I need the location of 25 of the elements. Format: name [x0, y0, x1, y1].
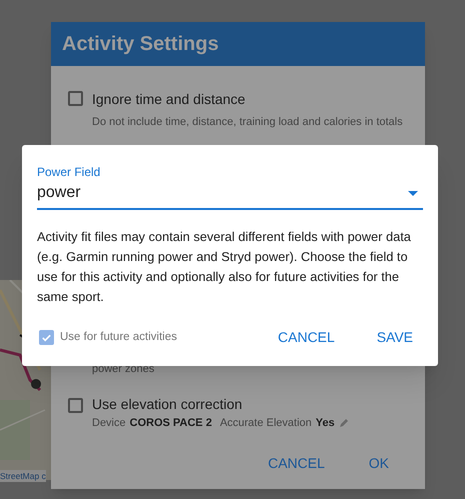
option-description: Do not include time, distance, training load and calories in totals [92, 115, 403, 130]
checkbox[interactable] [39, 330, 54, 345]
option-label: Use elevation correction [92, 396, 244, 413]
map-attribution[interactable]: StreetMap c [0, 470, 46, 482]
save-button[interactable]: SAVE [368, 323, 421, 352]
dialog-title: Activity Settings [62, 32, 219, 57]
option-description: power zones [92, 363, 154, 375]
power-field-select[interactable]: Power Field power [37, 163, 423, 210]
checkbox[interactable] [68, 91, 83, 106]
field-value: power [37, 183, 81, 203]
option-label: Ignore time and distance [92, 90, 246, 109]
dropdown-caret-icon[interactable] [408, 190, 418, 196]
checkmark-icon [41, 332, 52, 343]
future-activities-label: Use for future activities [60, 330, 177, 345]
accuracy-value: Yes [316, 416, 335, 430]
cancel-button[interactable]: CANCEL [270, 323, 343, 352]
checkbox[interactable] [68, 398, 83, 413]
device-label: Device [92, 416, 126, 430]
accuracy-label: Accurate Elevation [220, 416, 312, 430]
device-name: COROS PACE 2 [130, 416, 212, 430]
pencil-icon[interactable] [338, 418, 349, 428]
cancel-button[interactable]: CANCEL [260, 449, 333, 477]
ok-button[interactable]: OK [360, 449, 397, 477]
field-label: Power Field [37, 164, 102, 181]
description-text: Activity fit files may contain several different fields with power data (e.g. Garmin running power and Stryd power). Choose the field to use for this activity and optionally also for future activities for the same sport. [37, 228, 412, 306]
